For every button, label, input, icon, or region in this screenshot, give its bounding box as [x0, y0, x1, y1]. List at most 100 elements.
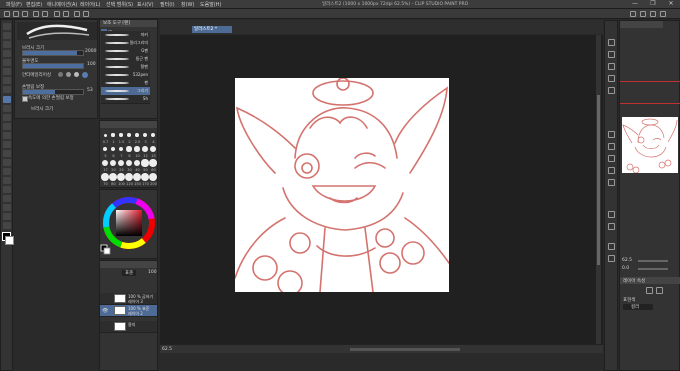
menu-filter[interactable]: 필터(I) — [160, 1, 175, 8]
brush-size-preset[interactable] — [101, 173, 109, 181]
brush-size-preset[interactable] — [103, 133, 107, 137]
move-tool[interactable] — [3, 41, 11, 48]
brush-size-preset[interactable] — [142, 132, 148, 138]
figure-tool[interactable] — [3, 177, 11, 184]
history-icon[interactable] — [608, 75, 615, 82]
visibility-icon[interactable]: 👁 — [102, 308, 108, 314]
close-button[interactable]: ✕ — [662, 0, 680, 8]
sub-color-swatch[interactable] — [5, 236, 14, 245]
menu-animation[interactable]: 애니메이션(A) — [47, 1, 77, 8]
navigator-icon[interactable] — [608, 39, 615, 46]
transform-icon[interactable] — [74, 11, 80, 17]
brush-size-preset[interactable] — [135, 133, 139, 137]
workspace-icon[interactable] — [630, 11, 636, 17]
vertical-scrollbar[interactable] — [596, 35, 601, 344]
brush-size-preset[interactable] — [119, 133, 123, 137]
open-icon[interactable] — [13, 11, 19, 17]
navigator-tab[interactable] — [620, 21, 663, 28]
brush-size-preset[interactable] — [149, 159, 157, 167]
brush-size-preset[interactable] — [149, 173, 157, 181]
decoration-tool[interactable] — [3, 132, 11, 139]
hand-tool[interactable] — [3, 32, 11, 39]
fill-icon[interactable] — [63, 11, 69, 17]
canvas-viewport[interactable] — [160, 35, 603, 344]
save-icon[interactable] — [22, 11, 28, 17]
assets-icon[interactable] — [650, 11, 656, 17]
auto-action-icon[interactable] — [608, 223, 615, 230]
color-wheel[interactable] — [100, 190, 159, 260]
brush-size-preset[interactable] — [117, 173, 125, 181]
brush-tool[interactable] — [3, 114, 11, 121]
layer-row[interactable]: 100 % 곱하기 레이어 3 — [100, 293, 157, 305]
new-icon[interactable] — [4, 11, 10, 17]
layer-row-selected[interactable]: 👁 100 % 표준 레이어 2 — [100, 305, 157, 317]
brush-size-preset[interactable] — [109, 173, 117, 181]
material-icon[interactable] — [608, 87, 615, 94]
zoom-tool[interactable] — [3, 23, 11, 30]
blend-tool[interactable] — [3, 150, 11, 157]
animation-icon[interactable] — [608, 143, 615, 150]
menu-layer[interactable]: 레이어(L) — [80, 1, 101, 8]
selection-tool[interactable] — [3, 59, 11, 66]
sub-view-icon[interactable] — [608, 51, 615, 58]
brush-size-preset[interactable] — [127, 133, 131, 137]
navigator-zoom-bar[interactable]: 62.5 — [622, 257, 678, 264]
item-bank-icon[interactable] — [608, 179, 615, 186]
blend-mode-select[interactable]: 표준 — [122, 270, 137, 276]
info-icon[interactable] — [608, 63, 615, 70]
deselect-icon[interactable] — [83, 11, 89, 17]
color-set-icon[interactable] — [608, 167, 615, 174]
brush-size-preset[interactable] — [111, 133, 115, 137]
airbrush-tool[interactable] — [3, 123, 11, 130]
lasso-tool[interactable] — [3, 68, 11, 75]
clear-icon[interactable] — [54, 11, 60, 17]
menu-view[interactable]: 표시(V) — [137, 1, 154, 8]
settings-icon[interactable] — [640, 11, 646, 17]
brush-size-preset[interactable] — [126, 146, 132, 152]
operation-tool[interactable] — [3, 50, 11, 57]
navigator-preview[interactable] — [622, 117, 678, 174]
layer-row[interactable]: 용지 — [100, 321, 157, 333]
maximize-button[interactable]: ❐ — [644, 0, 662, 8]
gradient-tool[interactable] — [3, 168, 11, 175]
redo-icon[interactable] — [42, 11, 48, 17]
brush-size-preset[interactable] — [134, 146, 140, 152]
timeline-icon[interactable] — [608, 211, 615, 218]
magic-wand-tool[interactable] — [3, 77, 11, 84]
pen-tool[interactable] — [3, 96, 11, 103]
navigator-angle-bar[interactable]: 0.0 — [622, 265, 678, 272]
expression-color-select[interactable]: 컬러 — [623, 304, 653, 310]
brush-size-preset[interactable] — [125, 173, 133, 181]
layer-search-icon[interactable] — [608, 131, 615, 138]
search-icon[interactable] — [608, 255, 615, 262]
balloon-tool[interactable] — [3, 213, 11, 220]
document-tab[interactable]: 일러스트2 * — [192, 26, 232, 33]
text-tool[interactable] — [3, 204, 11, 211]
ruler-tool[interactable] — [3, 195, 11, 202]
size-slider[interactable] — [22, 50, 84, 56]
menu-help[interactable]: 도움말(H) — [200, 1, 221, 8]
brush-size-preset[interactable] — [142, 146, 148, 152]
brush-size-preset[interactable] — [141, 173, 149, 181]
zoom-value[interactable]: 62.5 — [162, 347, 172, 352]
sub-tool-item[interactable]: Sh — [101, 95, 150, 104]
eraser-tool[interactable] — [3, 141, 11, 148]
menu-file[interactable]: 파일(F) — [6, 1, 22, 8]
frame-tool[interactable] — [3, 186, 11, 193]
border-effect-icon[interactable] — [646, 287, 653, 294]
canvas-page[interactable] — [234, 77, 450, 296]
brush-size-preset[interactable] — [101, 159, 109, 167]
horizontal-scrollbar[interactable] — [350, 348, 460, 351]
brush-size-preset[interactable] — [133, 173, 141, 181]
account-icon[interactable] — [660, 11, 666, 17]
opacity-slider[interactable] — [22, 63, 84, 69]
antialias-selector[interactable] — [58, 72, 96, 78]
undo-icon[interactable] — [33, 11, 39, 17]
fill-tool[interactable] — [3, 159, 11, 166]
menu-window[interactable]: 창(W) — [181, 1, 194, 8]
tone-icon[interactable] — [656, 287, 663, 294]
correct-line-tool[interactable] — [3, 222, 11, 229]
pencil-tool[interactable] — [3, 105, 11, 112]
eyedropper-tool[interactable] — [3, 86, 11, 93]
brush-size-preset[interactable] — [150, 146, 156, 152]
